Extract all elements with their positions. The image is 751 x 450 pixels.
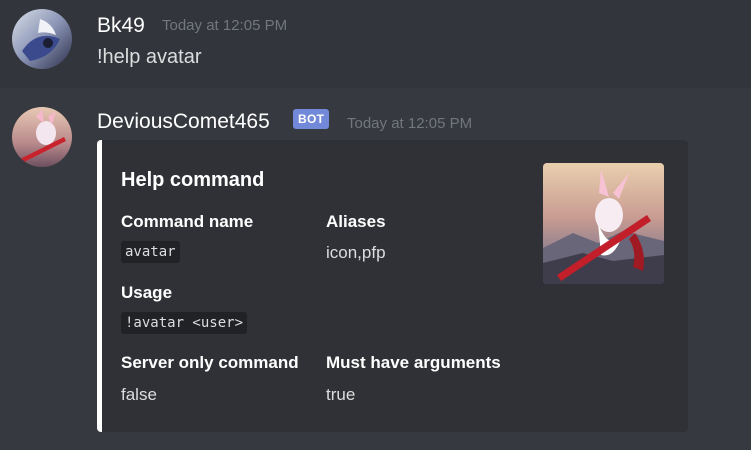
field-name-must-have-arguments: Must have arguments xyxy=(326,353,501,372)
user-avatar[interactable] xyxy=(12,9,72,69)
bot-avatar[interactable] xyxy=(12,107,72,167)
field-value-aliases: icon,pfp xyxy=(326,243,386,262)
author-name[interactable]: DeviousComet465 xyxy=(97,110,270,134)
chat-message-list: Bk49 Today at 12:05 PM !help avatar Devi… xyxy=(0,0,751,450)
author-name[interactable]: Bk49 xyxy=(97,14,145,38)
bot-badge: BOT xyxy=(293,109,330,129)
field-name-aliases: Aliases xyxy=(326,212,386,231)
field-value-command-name: avatar xyxy=(121,241,180,263)
field-name-usage: Usage xyxy=(121,283,173,302)
field-name-server-only: Server only command xyxy=(121,353,299,372)
message-timestamp: Today at 12:05 PM xyxy=(162,17,288,34)
embed-title: Help command xyxy=(121,169,265,191)
field-name-command-name: Command name xyxy=(121,212,254,231)
help-embed: Help command Command name avatar Aliases… xyxy=(97,140,688,432)
field-value-usage: !avatar <user> xyxy=(121,312,248,334)
message-timestamp: Today at 12:05 PM xyxy=(347,115,473,132)
field-value-server-only: false xyxy=(121,385,157,404)
field-value-must-have-arguments: true xyxy=(326,385,356,404)
message-content: !help avatar xyxy=(97,46,202,68)
embed-thumbnail[interactable] xyxy=(543,163,664,284)
